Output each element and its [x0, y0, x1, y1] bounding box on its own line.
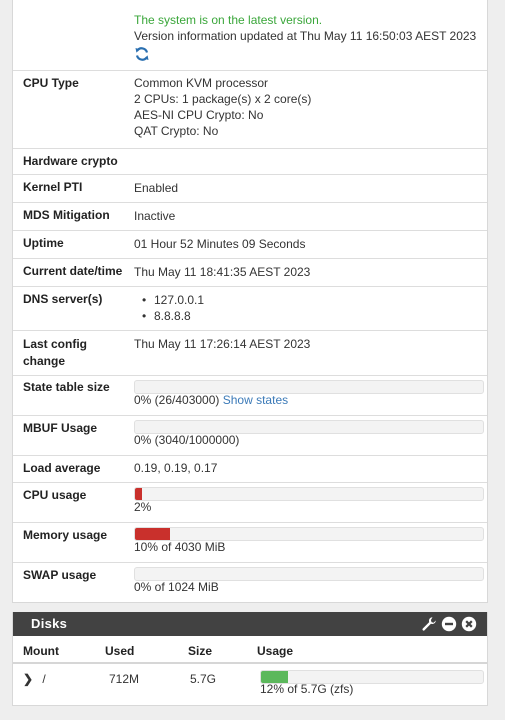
kernel-pti-value: Enabled: [134, 181, 179, 195]
swap-usage-label: SWAP usage: [23, 568, 97, 582]
uptime-row: Uptime 01 Hour 52 Minutes 09 Seconds: [13, 230, 487, 259]
wrench-icon[interactable]: [421, 616, 437, 632]
hardware-crypto-row: Hardware crypto: [13, 148, 487, 175]
mbuf-usage-row: MBUF Usage 0% (3040/1000000): [13, 415, 487, 456]
mount-value: /: [42, 672, 46, 686]
cpu-type-line4: QAT Crypto: No: [134, 124, 219, 138]
load-average-label: Load average: [23, 461, 101, 475]
column-header-used: Used: [105, 644, 135, 658]
cpu-usage-label: CPU usage: [23, 488, 87, 502]
swap-usage-value: 0% of 1024 MiB: [134, 580, 219, 594]
version-updated: Version information updated at Thu May 1…: [134, 29, 477, 43]
disk-usage-text: 12% of 5.7G (zfs): [260, 682, 354, 696]
refresh-icon[interactable]: [134, 46, 150, 62]
kernel-pti-label: Kernel PTI: [23, 180, 83, 194]
cpu-type-line2: 2 CPUs: 1 package(s) x 2 core(s): [134, 92, 312, 106]
dns-server-item: 8.8.8.8: [134, 308, 204, 324]
load-average-row: Load average 0.19, 0.19, 0.17: [13, 455, 487, 483]
table-header-divider: [13, 662, 487, 664]
chevron-right-icon[interactable]: ❯: [23, 672, 33, 686]
close-icon[interactable]: [461, 616, 477, 632]
last-config-change-value: Thu May 11 17:26:14 AEST 2023: [134, 337, 311, 351]
dns-server-item: 127.0.0.1: [134, 292, 204, 308]
last-config-change-row: Last config change Thu May 11 17:26:14 A…: [13, 330, 487, 376]
current-datetime-value: Thu May 11 18:41:35 AEST 2023: [134, 265, 311, 279]
state-table-row: State table size 0% (26/403000) Show sta…: [13, 375, 487, 416]
version-row: The system is on the latest version. Ver…: [13, 0, 487, 71]
cpu-usage-value: 2%: [134, 500, 152, 514]
mbuf-usage-label: MBUF Usage: [23, 421, 98, 435]
cpu-type-label: CPU Type: [23, 76, 79, 90]
cpu-type-line1: Common KVM processor: [134, 76, 269, 90]
cpu-type-line3: AES-NI CPU Crypto: No: [134, 108, 264, 122]
uptime-label: Uptime: [23, 236, 64, 250]
dns-servers-row: DNS server(s) 127.0.0.1 8.8.8.8: [13, 286, 487, 331]
column-header-usage: Usage: [257, 644, 294, 658]
disks-panel-header: Disks: [13, 612, 487, 636]
mount-cell[interactable]: ❯ /: [23, 672, 46, 686]
state-table-value: 0% (26/403000): [134, 393, 220, 407]
mbuf-usage-value: 0% (3040/1000000): [134, 433, 240, 447]
memory-usage-label: Memory usage: [23, 528, 108, 542]
load-average-value: 0.19, 0.19, 0.17: [134, 461, 218, 475]
mds-mitigation-row: MDS Mitigation Inactive: [13, 202, 487, 231]
current-datetime-label: Current date/time: [23, 264, 123, 278]
memory-usage-value: 10% of 4030 MiB: [134, 540, 226, 554]
dns-servers-label: DNS server(s): [23, 292, 103, 306]
cpu-usage-progress-bar: [134, 487, 484, 501]
state-table-value-wrap: 0% (26/403000) Show states: [134, 392, 288, 409]
dns-servers-list: 127.0.0.1 8.8.8.8: [134, 292, 204, 324]
current-datetime-row: Current date/time Thu May 11 18:41:35 AE…: [13, 258, 487, 287]
mds-mitigation-label: MDS Mitigation: [23, 208, 110, 222]
swap-usage-row: SWAP usage 0% of 1024 MiB: [13, 562, 487, 602]
memory-usage-row: Memory usage 10% of 4030 MiB: [13, 522, 487, 563]
version-status: The system is on the latest version.: [134, 13, 323, 27]
hardware-crypto-label: Hardware crypto: [23, 154, 118, 168]
last-config-change-label-line1: Last config: [23, 337, 88, 351]
mds-mitigation-value: Inactive: [134, 209, 176, 223]
cpu-usage-row: CPU usage 2%: [13, 482, 487, 523]
show-states-link[interactable]: Show states: [223, 393, 288, 407]
column-header-mount: Mount: [23, 644, 59, 658]
disks-panel: Disks Mount Used Size Usage ❯ / 712M 5.7…: [12, 612, 488, 706]
minimize-icon[interactable]: [441, 616, 457, 632]
cpu-type-row: CPU Type Common KVM processor 2 CPUs: 1 …: [13, 70, 487, 149]
system-information-panel: The system is on the latest version. Ver…: [12, 0, 488, 603]
disks-panel-title: Disks: [31, 616, 68, 631]
used-value: 712M: [109, 672, 140, 686]
column-header-size: Size: [188, 644, 213, 658]
kernel-pti-row: Kernel PTI Enabled: [13, 174, 487, 203]
state-table-label: State table size: [23, 380, 110, 394]
uptime-value: 01 Hour 52 Minutes 09 Seconds: [134, 237, 306, 251]
size-value: 5.7G: [190, 672, 217, 686]
last-config-change-label-line2: change: [23, 354, 66, 368]
